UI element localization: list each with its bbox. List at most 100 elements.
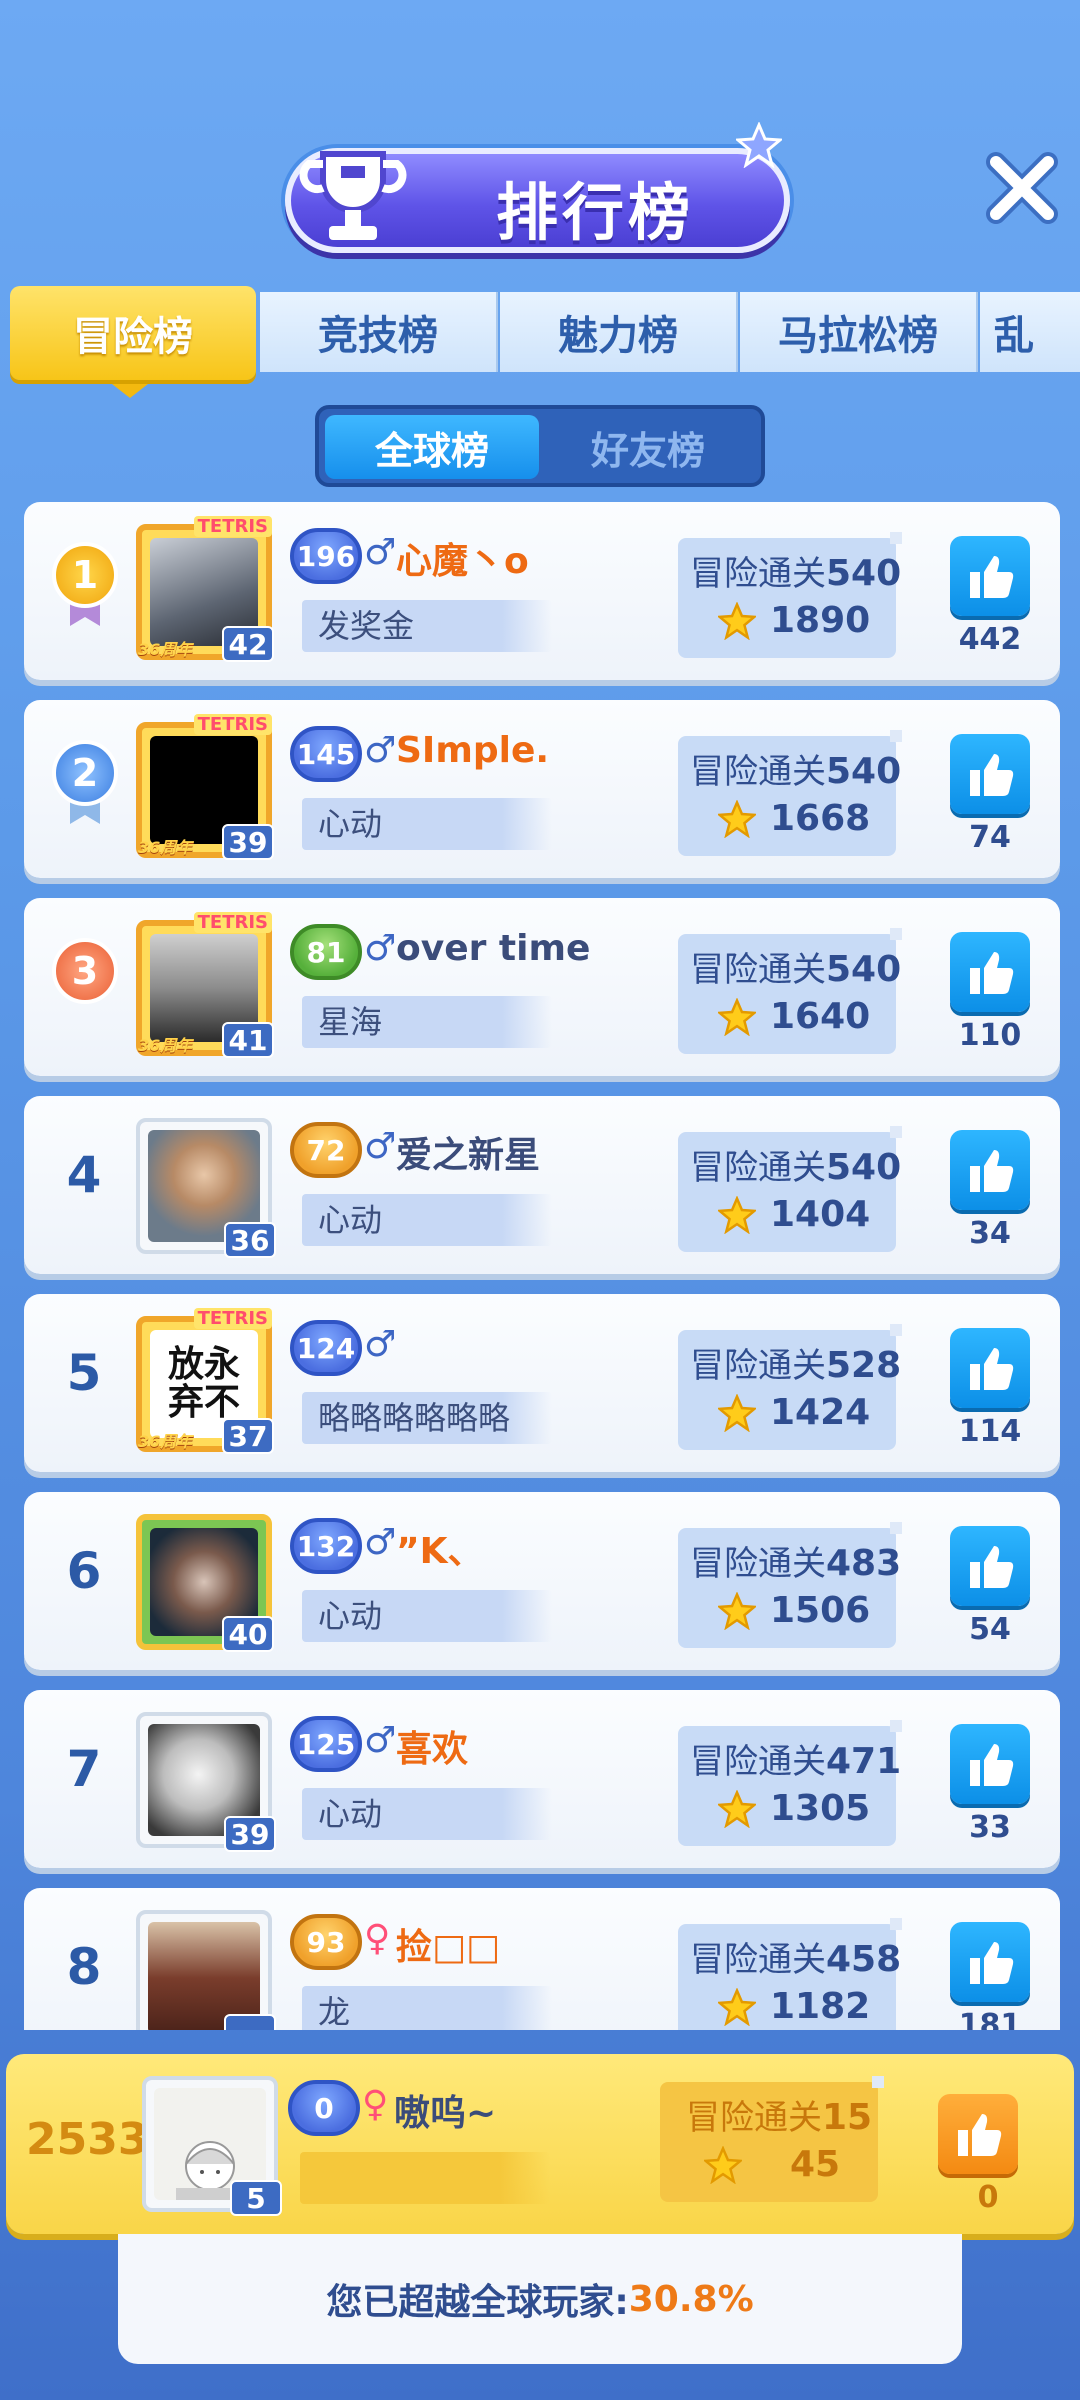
thumbs-up-icon — [958, 2114, 1002, 2156]
star-icon — [718, 1789, 756, 1828]
thumbs-up-icon — [970, 1942, 1014, 1984]
player-name: ”K、 — [396, 1531, 484, 1572]
star-icon — [718, 1195, 756, 1234]
gold-medal-icon: 1 — [50, 542, 120, 628]
like-button[interactable] — [950, 1130, 1030, 1210]
gender-male-icon: ♂ — [364, 928, 397, 969]
rank-number: 4 — [66, 1146, 102, 1204]
avatar-level-badge: 39 — [224, 1816, 276, 1852]
avatar-level-badge: 41 — [222, 1022, 274, 1058]
my-like-button[interactable] — [938, 2094, 1018, 2174]
player-level: 0 — [288, 2080, 360, 2136]
leaderboard-list[interactable]: 1 TETRIS 36周年 42 196 ♂ 心魔丶o 发奖金 冒险通关540 … — [0, 500, 1080, 2030]
player-motto: 心动 — [302, 1788, 552, 1840]
tab-chaos[interactable]: 乱 — [980, 292, 1080, 372]
like-count: 74 — [969, 820, 1011, 855]
star-icon — [718, 1393, 756, 1432]
tab-competitive[interactable]: 竞技榜 — [260, 292, 498, 372]
like-button[interactable] — [950, 932, 1030, 1012]
star-icon — [704, 2145, 742, 2184]
my-like-count: 0 — [977, 2180, 999, 2215]
player-level: 72 — [290, 1122, 362, 1178]
percentile-text: 您已超越全球玩家: — [326, 2282, 629, 2323]
score-box: 冒险通关483 1506 — [678, 1522, 902, 1648]
gender-female-icon: ♀ — [364, 1918, 391, 1959]
like-button[interactable] — [950, 734, 1030, 814]
my-rank-number: 2533 — [26, 2114, 149, 2165]
star-icon — [718, 799, 756, 838]
avatar-level-badge: 39 — [222, 824, 274, 860]
player-level: 125 — [290, 1716, 362, 1772]
my-avatar[interactable]: 5 — [142, 2076, 282, 2216]
trophy-icon — [299, 151, 407, 240]
player-name: SImple. — [396, 730, 550, 771]
gender-female-icon: ♀ — [362, 2084, 389, 2125]
close-button[interactable] — [982, 148, 1062, 228]
score-box: 冒险通关540 1890 — [678, 532, 902, 658]
player-motto: 心动 — [302, 1590, 552, 1642]
my-rank-row[interactable]: 2533 5 0 ♀ 嗷呜~ 冒险通关15 45 0 — [6, 2054, 1074, 2234]
like-count: 34 — [969, 1216, 1011, 1251]
like-button[interactable] — [950, 1526, 1030, 1606]
star-icon — [718, 1591, 756, 1630]
like-button[interactable] — [950, 536, 1030, 616]
like-button[interactable] — [950, 1922, 1030, 2002]
avatar[interactable]: TETRIS 36周年 39 — [136, 714, 274, 860]
avatar[interactable]: TETRIS 36周年 41 — [136, 912, 274, 1058]
tab-marathon[interactable]: 马拉松榜 — [740, 292, 978, 372]
thumbs-up-icon — [970, 556, 1014, 598]
leaderboard-row[interactable]: 5 放永弃不 TETRIS 36周年 37 124 ♂ 略略略略略略 冒险通关5… — [24, 1294, 1060, 1472]
player-motto: 心动 — [302, 798, 552, 850]
leaderboard-row[interactable]: 8 93 ♀ 捡□□ 龙 冒险通关458 1182 181 — [24, 1888, 1060, 2030]
avatar[interactable]: TETRIS 36周年 42 — [136, 516, 274, 662]
player-name: 爱之新星 — [396, 1135, 541, 1176]
avatar[interactable]: 39 — [136, 1712, 276, 1852]
tab-charm[interactable]: 魅力榜 — [500, 292, 738, 372]
player-level: 145 — [290, 726, 362, 782]
player-motto: 龙 — [302, 1986, 552, 2030]
category-tabs: 冒险榜 竞技榜 魅力榜 马拉松榜 乱 — [10, 286, 1080, 380]
leaderboard-row[interactable]: 4 36 72 ♂ 爱之新星 心动 冒险通关540 1404 34 — [24, 1096, 1060, 1274]
leaderboard-row[interactable]: 3 TETRIS 36周年 41 81 ♂ over time 星海 冒险通关5… — [24, 898, 1060, 1076]
player-name: over time — [396, 928, 591, 969]
leaderboard-row[interactable]: 7 39 125 ♂ 喜欢 心动 冒险通关471 1305 33 — [24, 1690, 1060, 1868]
avatar-level-badge: 40 — [222, 1616, 274, 1652]
player-level: 124 — [290, 1320, 362, 1376]
avatar[interactable]: 40 — [136, 1514, 274, 1652]
thumbs-up-icon — [970, 952, 1014, 994]
avatar-level-badge: 37 — [222, 1418, 274, 1454]
avatar[interactable]: 放永弃不 TETRIS 36周年 37 — [136, 1308, 274, 1454]
player-name: 捡□□ — [396, 1927, 501, 1968]
star-decoration-icon — [736, 122, 782, 168]
rank-number: 6 — [66, 1542, 102, 1600]
leaderboard-row[interactable]: 1 TETRIS 36周年 42 196 ♂ 心魔丶o 发奖金 冒险通关540 … — [24, 502, 1060, 680]
avatar-level-badge: 42 — [222, 626, 274, 662]
score-box: 冒险通关540 1404 — [678, 1126, 902, 1252]
tab-adventure[interactable]: 冒险榜 — [10, 286, 256, 380]
leaderboard-row[interactable]: 6 40 132 ♂ ”K、 心动 冒险通关483 1506 54 — [24, 1492, 1060, 1670]
player-name: 心魔丶o — [396, 541, 529, 582]
avatar-level-badge: 36 — [224, 1222, 276, 1258]
like-button[interactable] — [950, 1724, 1030, 1804]
thumbs-up-icon — [970, 1546, 1014, 1588]
thumbs-up-icon — [970, 1150, 1014, 1192]
gender-male-icon: ♂ — [364, 532, 397, 573]
tab-friends[interactable]: 好友榜 — [541, 415, 755, 479]
avatar-level-badge: 5 — [230, 2180, 282, 2216]
star-icon — [718, 997, 756, 1036]
avatar-level-badge — [224, 2014, 276, 2030]
player-motto: 心动 — [302, 1194, 552, 1246]
my-name: 嗷呜~ — [394, 2093, 497, 2134]
tab-global[interactable]: 全球榜 — [325, 415, 539, 479]
title-banner: 排行榜 — [285, 122, 790, 255]
score-box: 冒险通关540 1640 — [678, 928, 902, 1054]
like-count: 54 — [969, 1612, 1011, 1647]
like-button[interactable] — [950, 1328, 1030, 1408]
my-score-box: 冒险通关15 45 — [660, 2076, 884, 2202]
avatar[interactable]: 36 — [136, 1118, 276, 1258]
avatar[interactable] — [136, 1910, 276, 2030]
thumbs-up-icon — [970, 1348, 1014, 1390]
scope-toggle: 全球榜 好友榜 — [315, 405, 765, 487]
leaderboard-row[interactable]: 2 TETRIS 36周年 39 145 ♂ SImple. 心动 冒险通关54… — [24, 700, 1060, 878]
close-icon — [986, 152, 1058, 224]
